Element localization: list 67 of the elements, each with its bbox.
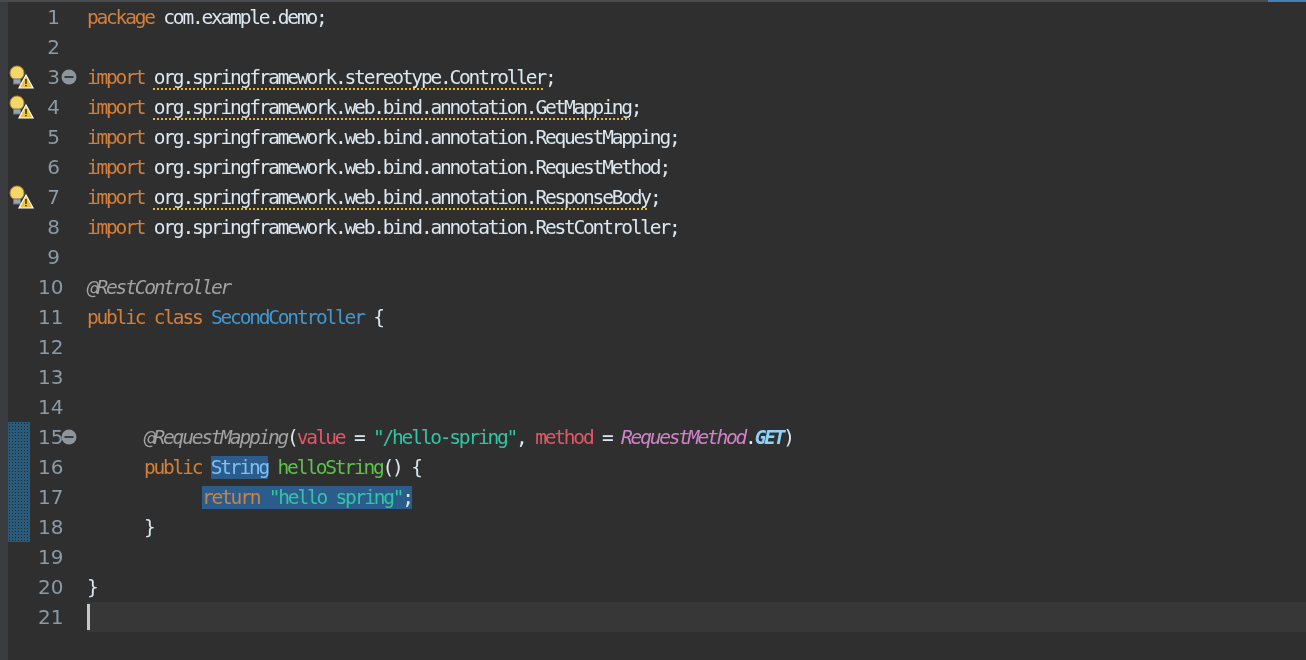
code-text: ; [649, 185, 660, 209]
code-text: org.springframework.web.bind.annotation.RestController; [153, 215, 679, 239]
keyword: return [202, 485, 269, 509]
line-number: 5 [46, 125, 60, 149]
keyword: import [87, 65, 146, 89]
keyword: public [144, 455, 203, 479]
code-text: ; [402, 485, 412, 509]
text-cursor [87, 604, 90, 630]
line-number: 2 [46, 35, 60, 59]
annotation: @RequestMapping [144, 425, 288, 449]
keyword: import [87, 95, 146, 119]
collapse-icon[interactable] [61, 69, 77, 85]
line-number: 1 [46, 5, 60, 29]
line-number: 13 [38, 365, 60, 389]
code-text: ( [287, 425, 297, 449]
line-number: 21 [38, 605, 60, 629]
code-text: , [516, 425, 527, 449]
line-number: 15 [38, 425, 60, 449]
scroll-indicator [1268, 0, 1306, 2]
type-name: SecondController [211, 305, 364, 329]
line-number: 8 [46, 215, 60, 239]
code-text: org.springframework.web.bind.annotation.RequestMethod; [153, 155, 669, 179]
keyword: import [87, 185, 146, 209]
line-number: 19 [38, 545, 60, 569]
parameter-name: value [296, 425, 345, 449]
code-text: com.example.demo; [163, 5, 326, 29]
import-path: org.springframework.web.bind.annotation.ResponseBody [153, 185, 650, 209]
parameter-name: method [535, 425, 593, 449]
line-number: 9 [46, 245, 60, 269]
line-number: 18 [38, 515, 60, 539]
annotation: @RestController [87, 275, 231, 299]
code-text: () { [382, 455, 421, 479]
keyword: import [87, 155, 146, 179]
lightbulb-warning-icon[interactable] [8, 184, 34, 210]
code-editor[interactable] [0, 0, 1306, 660]
import-path: org.springframework.stereotype.Controller [153, 65, 545, 89]
code-text: . [745, 425, 755, 449]
string-literal: "hello spring" [268, 485, 403, 509]
import-path: org.springframework.web.bind.annotation.GetMapping [153, 95, 631, 119]
keyword: public class [87, 305, 203, 329]
line-number: 6 [46, 155, 60, 179]
line-number: 17 [38, 485, 60, 509]
line-number: 11 [38, 305, 60, 329]
line-number: 4 [46, 95, 60, 119]
code-text: org.springframework.web.bind.annotation.RequestMapping; [153, 125, 679, 149]
lightbulb-warning-icon[interactable] [8, 94, 34, 120]
line-number: 20 [38, 575, 60, 599]
line-number: 7 [46, 185, 60, 209]
code-text: = [600, 425, 614, 449]
code-text: ; [544, 65, 555, 89]
constant-name: GET [754, 425, 784, 449]
lightbulb-warning-icon[interactable] [8, 64, 34, 90]
code-text: } [144, 515, 154, 539]
line-number: 10 [38, 275, 60, 299]
enum-name: RequestMethod [621, 425, 746, 449]
method-name: helloString [276, 455, 383, 479]
keyword: import [87, 215, 146, 239]
code-text: { [372, 305, 383, 329]
keyword: import [87, 125, 146, 149]
code-text: } [87, 575, 97, 599]
line-number: 12 [38, 335, 60, 359]
keyword: package [87, 5, 156, 29]
code-text: = [352, 425, 365, 449]
line-number: 3 [46, 65, 60, 89]
string-literal: "/hello-spring" [373, 425, 517, 449]
collapse-icon[interactable] [61, 429, 77, 445]
code-text: ; [630, 95, 641, 119]
